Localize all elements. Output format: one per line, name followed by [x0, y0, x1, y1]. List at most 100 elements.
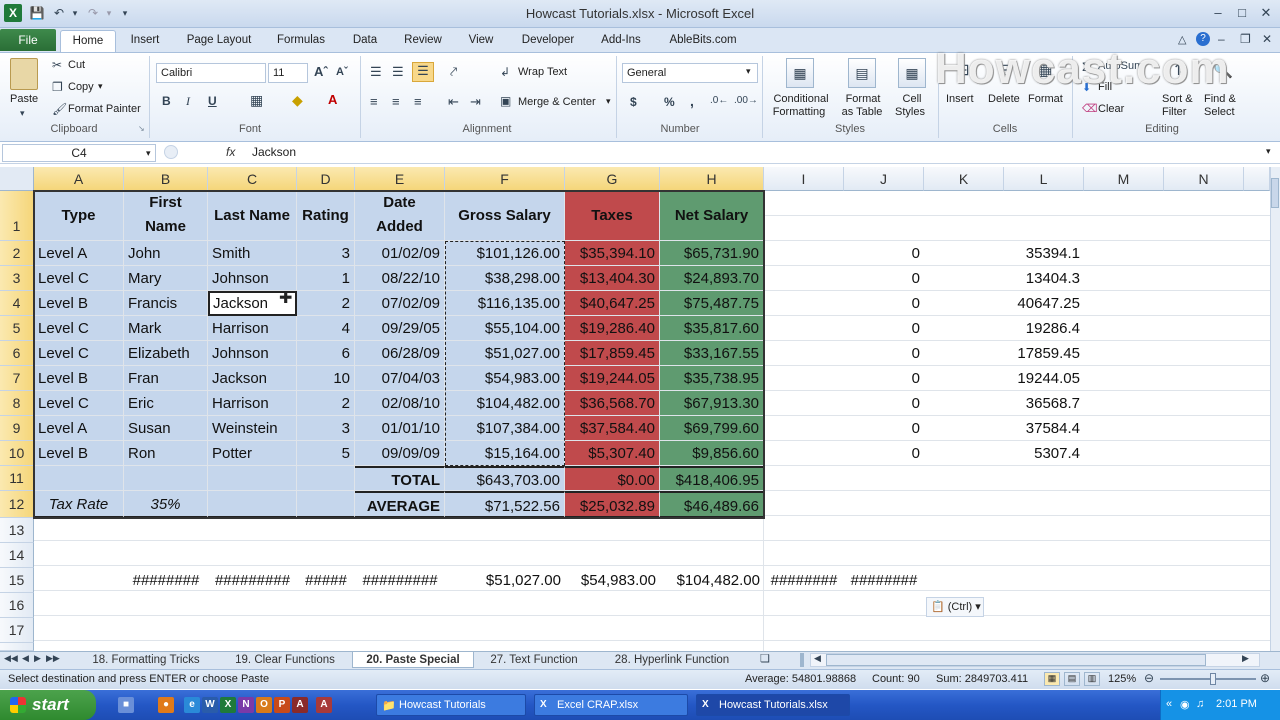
cell-g9[interactable]: $37,584.40 — [565, 416, 660, 441]
cell-h15[interactable]: $104,482.00 — [660, 568, 764, 593]
row-header-18[interactable] — [0, 643, 34, 651]
cell-e4[interactable]: 07/02/09 — [355, 291, 445, 316]
col-header-l[interactable]: L — [1004, 167, 1084, 191]
cell-e5[interactable]: 09/29/05 — [355, 316, 445, 341]
cell-j8[interactable]: 0 — [844, 391, 924, 416]
insert-function-icon[interactable]: fx — [226, 145, 235, 159]
cell-d15[interactable]: ##### — [297, 568, 355, 593]
number-format-select[interactable]: General — [622, 63, 758, 83]
name-box-dropdown-icon[interactable]: ▾ — [146, 148, 151, 159]
insert-cells-button[interactable]: Insert — [946, 93, 974, 105]
paste-button[interactable]: Paste — [10, 93, 38, 105]
col-header-k[interactable]: K — [924, 167, 1004, 191]
cell-j7[interactable]: 0 — [844, 366, 924, 391]
sheet-tab-formatting-tricks[interactable]: 18. Formatting Tricks — [76, 652, 216, 668]
formula-expand-icon[interactable]: ▾ — [1266, 146, 1271, 157]
cell-g1[interactable]: Taxes — [565, 191, 660, 241]
cell-l9[interactable]: 37584.4 — [1004, 416, 1084, 441]
cell-a9[interactable]: Level A — [34, 416, 124, 441]
cell-e10[interactable]: 09/09/09 — [355, 441, 445, 466]
cell-d12[interactable] — [297, 491, 355, 518]
fill-color-icon[interactable]: ◆ — [292, 92, 303, 109]
cell-f11[interactable]: $643,703.00 — [445, 466, 565, 491]
first-sheet-icon[interactable]: ◀◀ — [4, 653, 18, 664]
cell-c15[interactable]: ######### — [208, 568, 297, 593]
zoom-in-icon[interactable]: ⊕ — [1260, 671, 1270, 685]
sort-filter-line2[interactable]: Filter — [1162, 106, 1186, 118]
cell-d11[interactable] — [297, 466, 355, 491]
align-right-icon[interactable]: ≡ — [414, 94, 422, 109]
cell-d2[interactable]: 3 — [297, 241, 355, 266]
shrink-font-icon[interactable]: Aˇ — [336, 66, 348, 78]
font-name-select[interactable]: Calibri — [156, 63, 266, 83]
col-header-m[interactable]: M — [1084, 167, 1164, 191]
cell-e6[interactable]: 06/28/09 — [355, 341, 445, 366]
row-header-13[interactable]: 13 — [0, 518, 34, 543]
cell-c5[interactable]: Harrison — [208, 316, 297, 341]
tab-add-ins[interactable]: Add-Ins — [592, 30, 650, 52]
cell-l8[interactable]: 36568.7 — [1004, 391, 1084, 416]
next-sheet-icon[interactable]: ▶ — [34, 653, 41, 664]
volume-icon[interactable]: ♫ — [1196, 698, 1204, 710]
cell-e11[interactable]: TOTAL — [355, 466, 445, 491]
insert-sheet-icon[interactable]: ❏ — [760, 652, 770, 665]
app-icon[interactable]: A — [316, 697, 332, 713]
format-as-table-line2[interactable]: as Table — [834, 106, 890, 118]
clipboard-launcher-icon[interactable]: ↘ — [138, 124, 145, 133]
tray-app-icon[interactable]: ◉ — [1180, 698, 1190, 711]
merge-center-button[interactable]: Merge & Center — [518, 96, 596, 108]
delete-cells-button[interactable]: Delete — [988, 93, 1020, 105]
font-color-icon[interactable]: A — [328, 92, 337, 107]
cell-styles-icon[interactable]: ▦ — [898, 58, 926, 88]
currency-button[interactable]: $ — [630, 95, 637, 109]
zoom-slider-thumb[interactable] — [1210, 673, 1216, 685]
grow-font-icon[interactable]: Aˆ — [314, 64, 328, 79]
cell-l3[interactable]: 13404.3 — [1004, 266, 1084, 291]
format-painter-button[interactable]: Format Painter — [68, 103, 141, 115]
cell-l5[interactable]: 19286.4 — [1004, 316, 1084, 341]
sheet-tab-paste-special[interactable]: 20. Paste Special — [352, 652, 474, 668]
row-header-14[interactable]: 14 — [0, 543, 34, 568]
cell-h4[interactable]: $75,487.75 — [660, 291, 764, 316]
cell-c1[interactable]: Last Name — [208, 191, 297, 241]
scroll-right-icon[interactable]: ▶ — [1242, 653, 1249, 664]
decrease-decimal-icon[interactable]: .00→ — [734, 95, 758, 106]
cell-l4[interactable]: 40647.25 — [1004, 291, 1084, 316]
row-header-5[interactable]: 5 — [0, 316, 34, 341]
tab-split-handle[interactable] — [800, 653, 804, 667]
sheet-tab-hyperlink-function[interactable]: 28. Hyperlink Function — [602, 652, 742, 668]
cell-b12[interactable]: 35% — [124, 491, 208, 518]
cell-e9[interactable]: 01/01/10 — [355, 416, 445, 441]
sheet-tab-clear-functions[interactable]: 19. Clear Functions — [222, 652, 348, 668]
cell-g6[interactable]: $17,859.45 — [565, 341, 660, 366]
paste-dropdown-icon[interactable]: ▾ — [20, 108, 25, 119]
cell-f1[interactable]: Gross Salary — [445, 191, 565, 241]
cell-f7[interactable]: $54,983.00 — [445, 366, 565, 391]
name-box[interactable]: C4 — [2, 144, 156, 162]
vertical-scrollbar[interactable] — [1270, 167, 1280, 651]
row-header-11[interactable]: 11 — [0, 466, 34, 491]
cell-l2[interactable]: 35394.1 — [1004, 241, 1084, 266]
cell-e3[interactable]: 08/22/10 — [355, 266, 445, 291]
decrease-indent-icon[interactable]: ⇤ — [448, 94, 459, 110]
align-top-icon[interactable]: ☰ — [370, 64, 382, 80]
cell-a5[interactable]: Level C — [34, 316, 124, 341]
sort-filter-line1[interactable]: Sort & — [1162, 93, 1193, 105]
cell-c2[interactable]: Smith — [208, 241, 297, 266]
cell-h9[interactable]: $69,799.60 — [660, 416, 764, 441]
wrap-text-icon[interactable]: ↲ — [500, 65, 510, 79]
merge-dropdown-icon[interactable]: ▾ — [606, 96, 611, 107]
col-header-d[interactable]: D — [297, 167, 355, 191]
cell-e7[interactable]: 07/04/03 — [355, 366, 445, 391]
taskbar-item-howcast-tutorials[interactable]: Howcast Tutorials — [376, 694, 526, 716]
format-painter-icon[interactable]: 🖌 — [52, 102, 67, 116]
cell-h1[interactable]: Net Salary — [660, 191, 764, 241]
copy-icon[interactable]: ❐ — [52, 80, 63, 94]
cell-b3[interactable]: Mary — [124, 266, 208, 291]
cell-d6[interactable]: 6 — [297, 341, 355, 366]
cell-f6[interactable]: $51,027.00 — [445, 341, 565, 366]
paste-options-button[interactable]: 📋 (Ctrl) ▾ — [926, 597, 984, 617]
format-as-table-icon[interactable]: ▤ — [848, 58, 876, 88]
ie-icon[interactable]: e — [184, 697, 200, 713]
tab-data[interactable]: Data — [342, 30, 388, 52]
